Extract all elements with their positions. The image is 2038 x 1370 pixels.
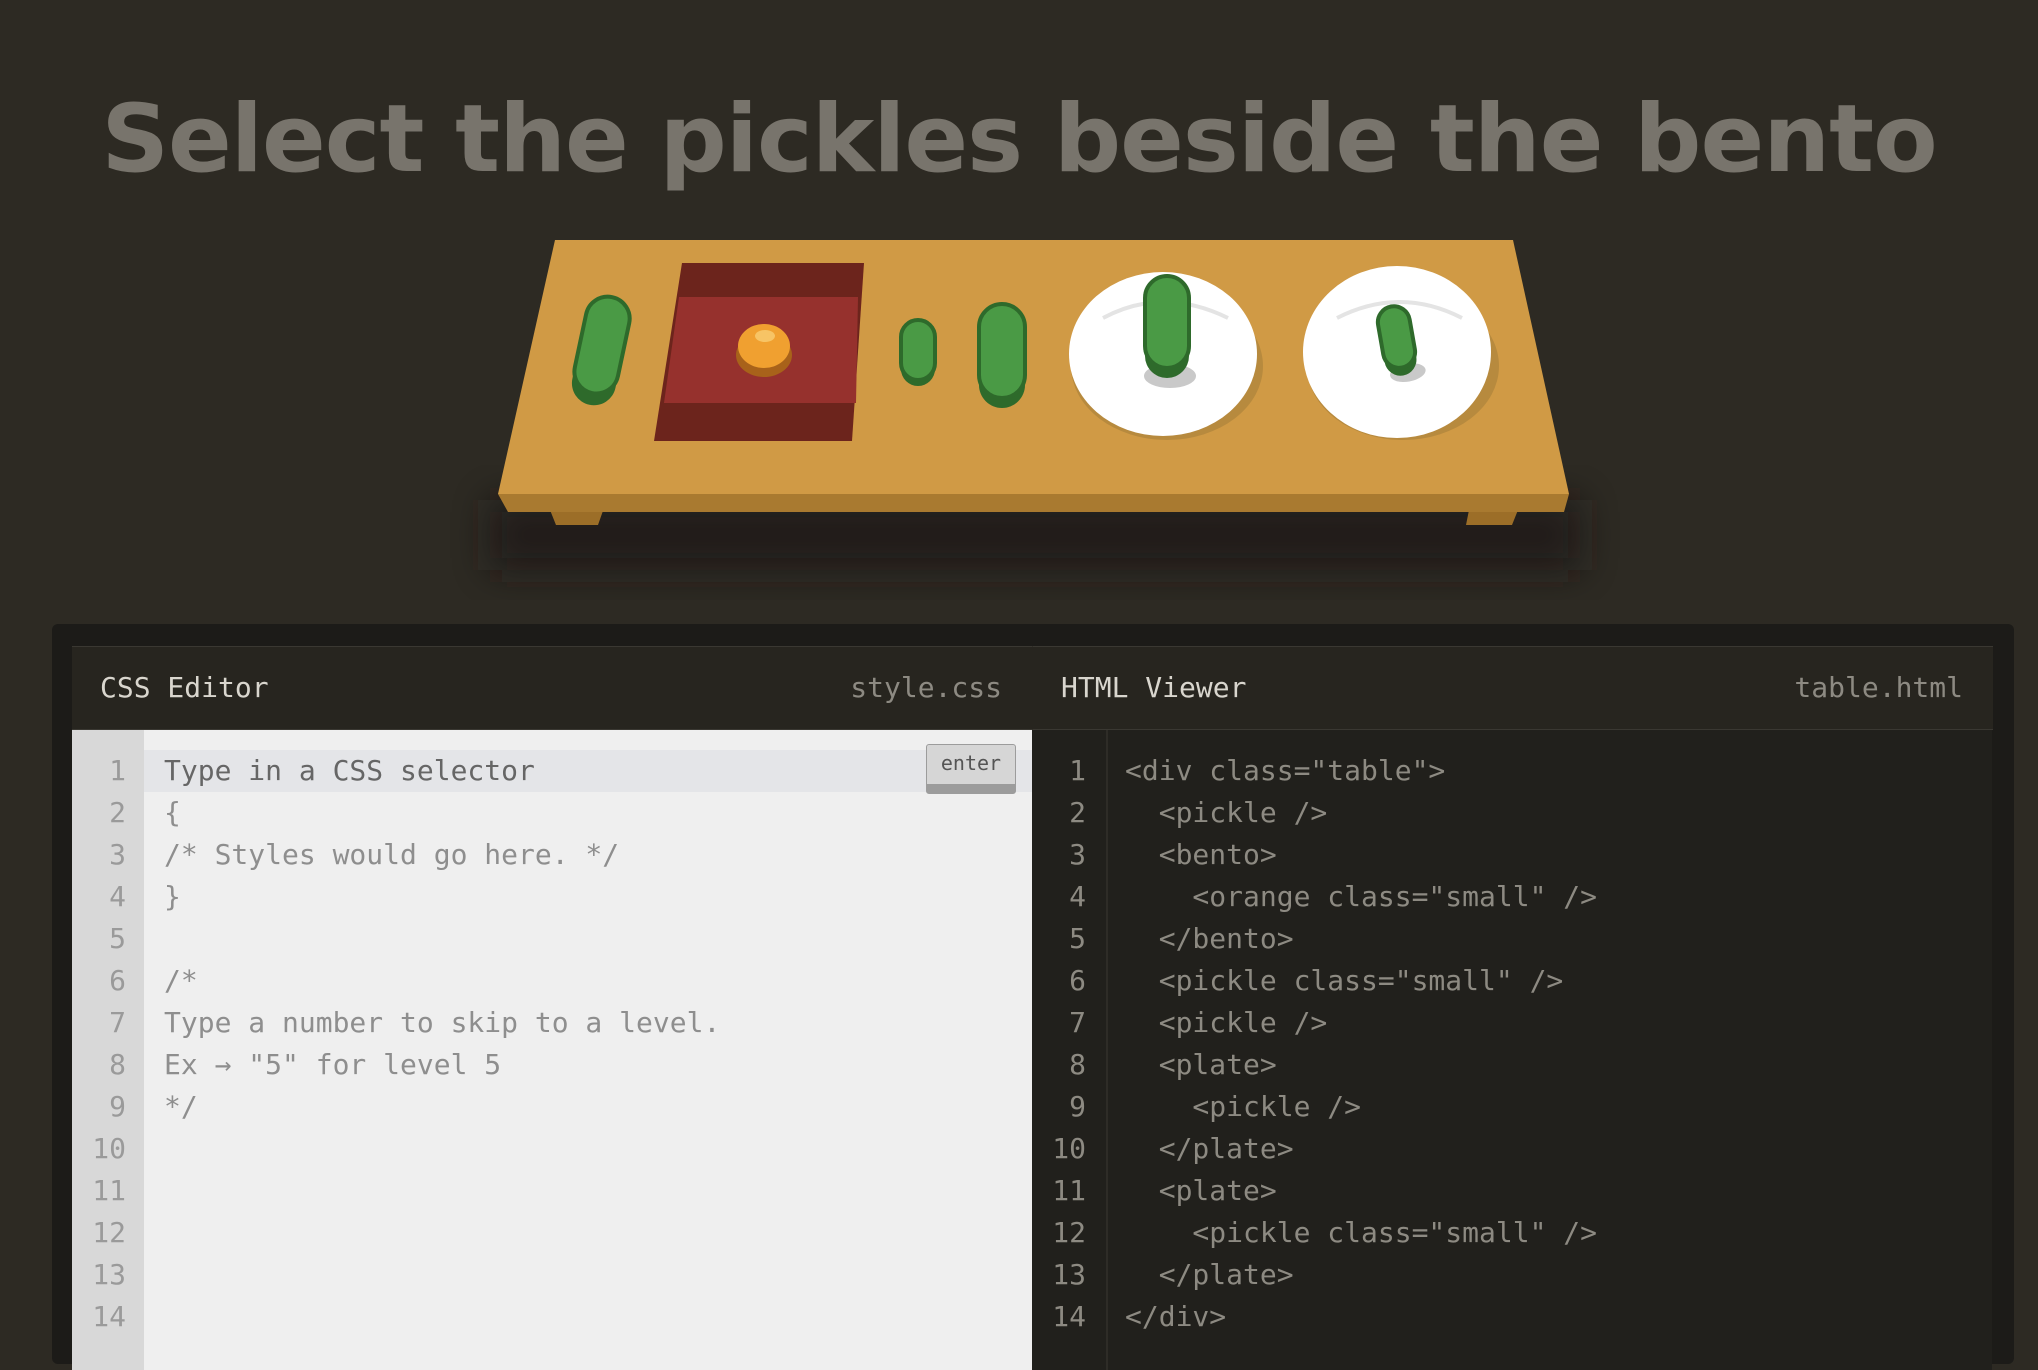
css-code-line <box>164 1254 720 1296</box>
line-number: 6 <box>1069 964 1086 997</box>
css-code-line: /* Styles would go here. */ <box>164 838 620 871</box>
css-code-line: /* <box>164 964 198 997</box>
css-editor-title: CSS Editor <box>100 671 269 704</box>
line-number: 9 <box>1069 1090 1086 1123</box>
line-number: 11 <box>1052 1174 1086 1207</box>
line-number: 12 <box>92 1216 126 1249</box>
line-number: 12 <box>1052 1216 1086 1249</box>
css-placeholder-line: Type in a CSS selector <box>164 754 535 787</box>
css-code-line: Type a number to skip to a level. <box>164 1006 721 1039</box>
game-table-scene <box>490 240 1580 570</box>
line-number: 8 <box>109 1048 126 1081</box>
html-code-line[interactable]: </plate> <box>1125 1128 1597 1170</box>
css-editor-header: CSS Editor style.css <box>72 646 1032 730</box>
html-filename: table.html <box>1794 671 1963 704</box>
line-number: 2 <box>1069 796 1086 829</box>
css-code-line: */ <box>164 1090 198 1123</box>
line-number: 13 <box>1052 1258 1086 1291</box>
html-code-line[interactable]: <bento> <box>1125 834 1597 876</box>
line-number: 7 <box>109 1006 126 1039</box>
css-code-line <box>164 1128 720 1170</box>
html-code-line[interactable]: </div> <box>1125 1296 1597 1338</box>
css-code-line: { <box>164 796 181 829</box>
html-code-line[interactable]: <pickle class="small" /> <box>1125 1212 1597 1254</box>
html-code-line[interactable]: <pickle /> <box>1125 1002 1597 1044</box>
line-number: 13 <box>92 1258 126 1291</box>
css-code-line <box>164 1170 720 1212</box>
bento[interactable] <box>654 263 864 441</box>
line-number: 14 <box>92 1300 126 1333</box>
line-number: 14 <box>1052 1300 1086 1333</box>
css-code-line: } <box>164 880 181 913</box>
html-viewer-header: HTML Viewer table.html <box>1032 646 1993 730</box>
line-number: 9 <box>109 1090 126 1123</box>
html-code-line[interactable]: <pickle class="small" /> <box>1125 960 1597 1002</box>
html-code-line[interactable]: <pickle /> <box>1125 792 1597 834</box>
line-number: 5 <box>1069 922 1086 955</box>
line-number: 10 <box>92 1132 126 1165</box>
orange-small[interactable] <box>736 324 792 377</box>
line-number: 3 <box>1069 838 1086 871</box>
line-number: 3 <box>109 838 126 871</box>
css-code-line <box>164 1296 720 1338</box>
html-code-line[interactable]: <orange class="small" /> <box>1125 876 1597 918</box>
pickle-small[interactable] <box>899 318 937 386</box>
line-number: 4 <box>1069 880 1086 913</box>
pickle[interactable] <box>1143 274 1196 388</box>
line-number: 8 <box>1069 1048 1086 1081</box>
line-number: 10 <box>1052 1132 1086 1165</box>
html-line-numbers: 1 2 3 4 5 6 7 8 9 10 11 12 13 14 <box>1032 750 1086 1338</box>
line-number: 7 <box>1069 1006 1086 1039</box>
line-number: 5 <box>109 922 126 955</box>
line-number: 4 <box>109 880 126 913</box>
enter-button[interactable]: enter <box>926 744 1016 794</box>
css-code-lines: Type in a CSS selector { /* Styles would… <box>164 750 720 1338</box>
css-code-line <box>164 918 720 960</box>
html-code-line[interactable]: <div class="table"> <box>1125 750 1597 792</box>
html-code-line[interactable]: <plate> <box>1125 1170 1597 1212</box>
html-code-line[interactable]: </plate> <box>1125 1254 1597 1296</box>
css-line-numbers: 1 2 3 4 5 6 7 8 9 10 11 12 13 14 <box>72 750 126 1338</box>
line-number: 2 <box>109 796 126 829</box>
css-code-line: Ex → "5" for level 5 <box>164 1048 502 1081</box>
line-number: 1 <box>109 754 126 787</box>
html-code-line[interactable]: <plate> <box>1125 1044 1597 1086</box>
css-filename: style.css <box>850 671 1002 704</box>
html-code-lines: <div class="table"> <pickle /> <bento> <… <box>1125 750 1597 1338</box>
line-number: 6 <box>109 964 126 997</box>
css-code-line <box>164 1212 720 1254</box>
html-code-line[interactable]: <pickle /> <box>1125 1086 1597 1128</box>
line-number: 11 <box>92 1174 126 1207</box>
line-number: 1 <box>1069 754 1086 787</box>
pickle[interactable] <box>977 302 1027 408</box>
html-code-line[interactable]: </bento> <box>1125 918 1597 960</box>
html-viewer-title: HTML Viewer <box>1061 671 1247 704</box>
